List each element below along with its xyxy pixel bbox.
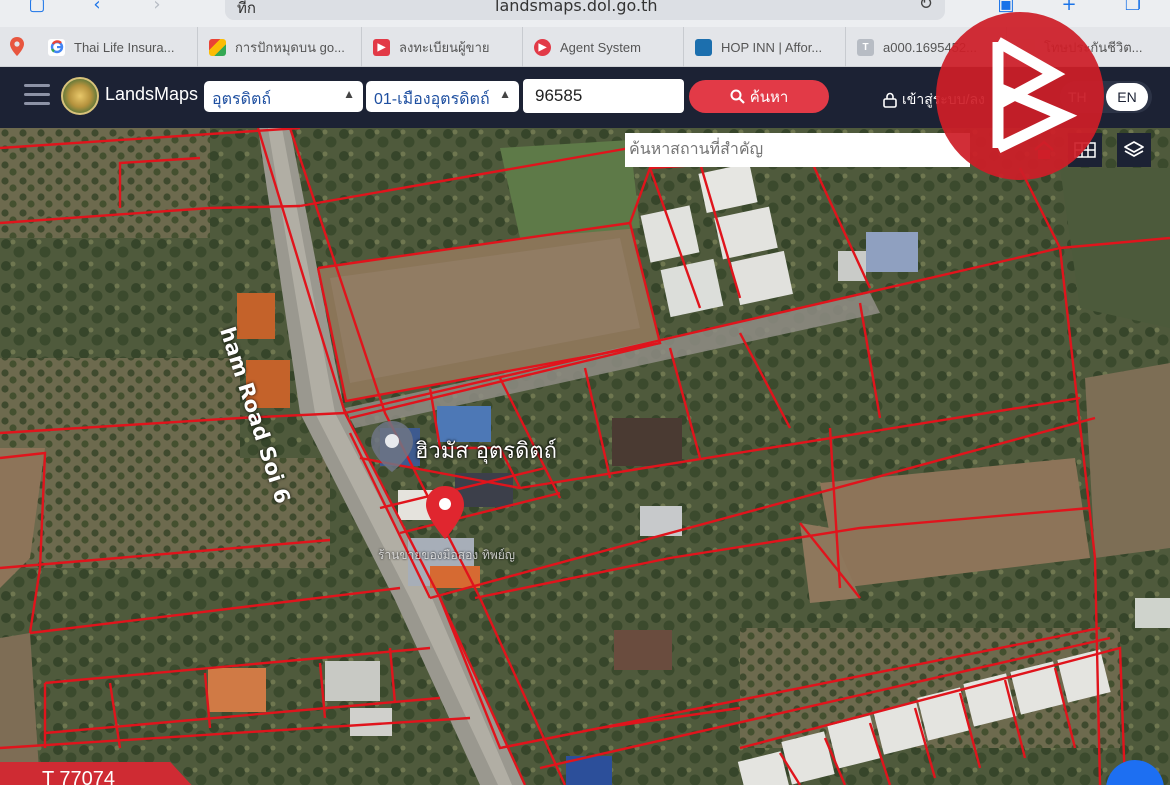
google-icon bbox=[48, 38, 65, 56]
location-pin-icon[interactable] bbox=[10, 37, 24, 56]
back-icon[interactable]: ‹ bbox=[86, 0, 108, 16]
sidebar-icon[interactable]: ▢ bbox=[26, 0, 48, 16]
brand-b-icon bbox=[992, 37, 1078, 153]
maps-icon bbox=[209, 38, 226, 56]
updown-chevron-icon: ▲ bbox=[343, 87, 355, 101]
dol-seal-logo bbox=[61, 77, 99, 115]
province-value: อุตรดิตถ์ bbox=[212, 91, 272, 108]
search-button[interactable]: ค้นหา bbox=[689, 80, 829, 113]
tab-pin-google[interactable]: การปักหมุดบน go... bbox=[199, 27, 362, 67]
search-icon bbox=[730, 89, 745, 104]
district-select[interactable]: 01-เมืองอุตรดิตถ์ ▲ bbox=[366, 81, 519, 112]
updown-chevron-icon: ▲ bbox=[499, 87, 511, 101]
address-bar[interactable]: ที่ก landsmaps.dol.go.th ↻ bbox=[225, 0, 945, 20]
brand-b-icon: ▶ bbox=[534, 38, 551, 56]
landmark-search-input[interactable] bbox=[625, 133, 970, 167]
tab-title: ลงทะเบียนผู้ขาย bbox=[399, 39, 490, 55]
tab-title: การปักหมุดบน go... bbox=[235, 39, 345, 55]
parcel-tag: T 77074 bbox=[0, 762, 198, 785]
tabs-overview-icon[interactable]: ❐ bbox=[1122, 0, 1144, 16]
map-canvas[interactable]: ham Road Soi 6 ฮิวมัส อุตรดิตถ์ ร้านขายข… bbox=[0, 128, 1170, 785]
tab-title: HOP INN | Affor... bbox=[721, 39, 823, 55]
brand-watermark-logo bbox=[936, 12, 1104, 180]
lock-icon bbox=[883, 92, 897, 108]
url-prefix: ที่ก bbox=[237, 0, 256, 17]
hotel-icon bbox=[695, 38, 712, 56]
reload-icon[interactable]: ↻ bbox=[919, 0, 933, 14]
tab-thai-life[interactable]: Thai Life Insura... bbox=[38, 27, 198, 67]
app-name: LandsMaps bbox=[105, 84, 199, 104]
url-text: landsmaps.dol.go.th bbox=[495, 0, 658, 15]
brand-b-icon: ▶ bbox=[373, 38, 390, 56]
province-select[interactable]: อุตรดิตถ์ ▲ bbox=[204, 81, 363, 112]
tab-agent-system[interactable]: ▶ Agent System bbox=[524, 27, 684, 67]
tab-seller-register[interactable]: ▶ ลงทะเบียนผู้ขาย bbox=[363, 27, 523, 67]
forward-icon[interactable]: › bbox=[146, 0, 168, 16]
tab-title: Agent System bbox=[560, 39, 641, 55]
parcel-number-input[interactable] bbox=[523, 79, 684, 113]
lang-en-option[interactable]: EN bbox=[1106, 83, 1148, 111]
layers-button[interactable] bbox=[1117, 133, 1151, 167]
search-label: ค้นหา bbox=[749, 88, 789, 106]
shop-label: ร้านขายของมือสอง ทิพย์ญ bbox=[378, 548, 516, 562]
layers-icon bbox=[1124, 141, 1144, 157]
tab-hop-inn[interactable]: HOP INN | Affor... bbox=[685, 27, 846, 67]
satellite-imagery bbox=[0, 128, 1170, 785]
poi-label[interactable]: ฮิวมัส อุตรดิตถ์ bbox=[415, 433, 557, 468]
tab-title: Thai Life Insura... bbox=[74, 39, 175, 55]
letter-t-icon: T bbox=[857, 38, 874, 56]
menu-icon[interactable] bbox=[24, 84, 50, 106]
district-value: 01-เมืองอุตรดิตถ์ bbox=[374, 91, 490, 108]
